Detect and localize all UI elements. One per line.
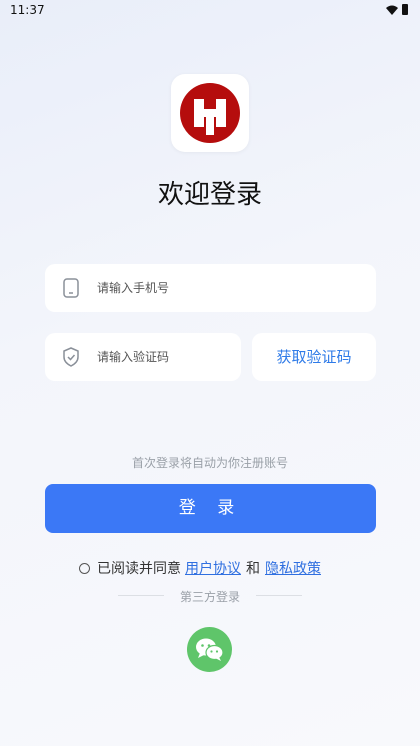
app-logo [171, 74, 249, 152]
agree-checkbox[interactable] [79, 562, 90, 574]
phone-field[interactable] [45, 264, 376, 312]
status-bar: 11:37 [0, 0, 420, 20]
phone-input[interactable] [97, 264, 357, 312]
agreement-row: 已阅读并同意 用户协议 和 隐私政策 [79, 558, 321, 578]
battery-icon [402, 4, 408, 15]
page-title: 欢迎登录 [157, 180, 262, 210]
status-time: 11:37 [10, 3, 45, 17]
get-code-button[interactable]: 获取验证码 [252, 333, 376, 381]
agreement-and: 和 [246, 561, 260, 577]
wifi-icon [386, 5, 398, 15]
wechat-login-button[interactable] [187, 627, 232, 672]
wechat-icon [196, 638, 224, 661]
divider-right [256, 595, 302, 596]
phone-icon [63, 278, 79, 298]
third-party-label: 第三方登录 [179, 590, 240, 604]
privacy-policy-link[interactable]: 隐私政策 [265, 558, 321, 578]
code-field[interactable] [45, 333, 241, 381]
code-input[interactable] [97, 333, 237, 381]
user-agreement-link[interactable]: 用户协议 [185, 558, 241, 578]
agreement-prefix: 已阅读并同意 [97, 561, 181, 577]
app-logo-icon [180, 83, 240, 143]
third-party-divider: 第三方登录 [0, 588, 420, 604]
login-button[interactable]: 登 录 [45, 484, 376, 533]
register-hint: 首次登录将自动为你注册账号 [131, 456, 288, 470]
shield-icon [63, 347, 79, 367]
